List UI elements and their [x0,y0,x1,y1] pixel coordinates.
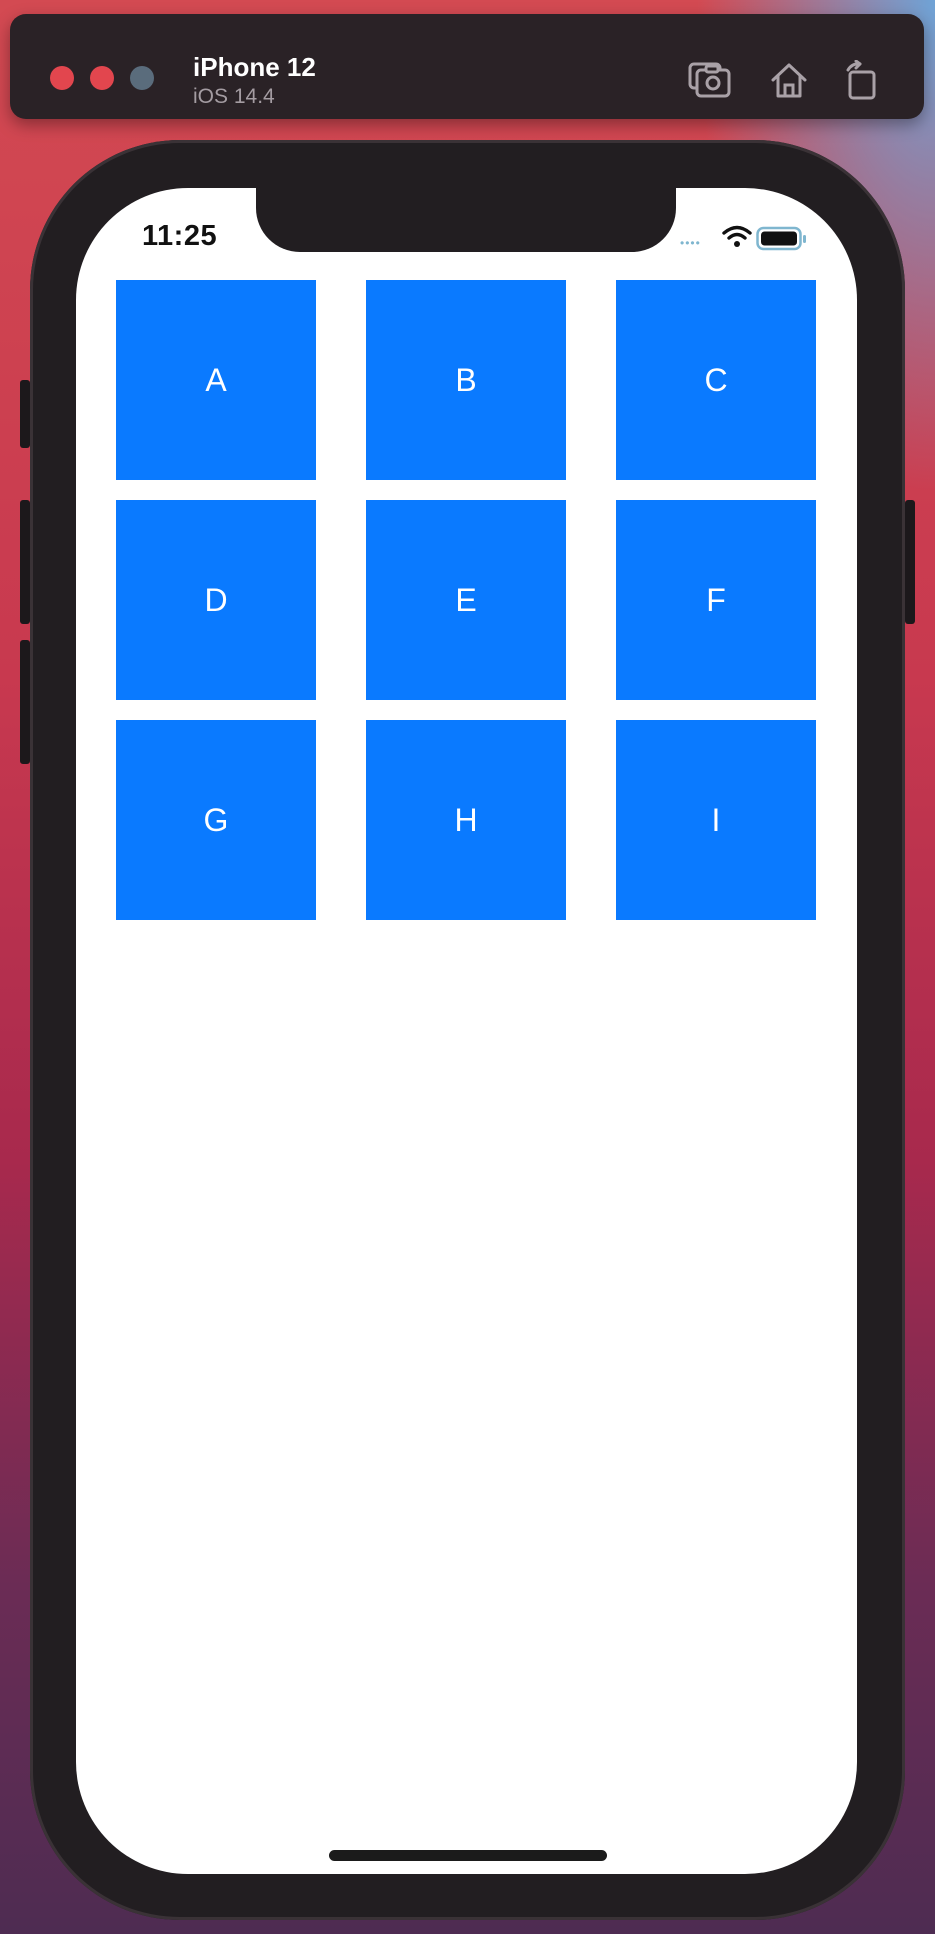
iphone-screen: 11:25 •••• A B C D E F G H I [76,188,857,1874]
home-icon [771,63,807,98]
tile-e[interactable]: E [366,500,566,700]
desktop-background: iPhone 12 iOS 14.4 11:25 •••• A B C D E … [0,0,935,1934]
rotate-button[interactable] [842,60,884,100]
wifi-icon [722,225,752,247]
power-button [905,500,915,624]
camera-screenshot-icon [688,62,731,98]
tile-a[interactable]: A [116,280,316,480]
status-icons: •••• [680,224,820,252]
notch [256,188,676,252]
zoom-window-button[interactable] [130,66,154,90]
screenshot-button[interactable] [688,60,731,100]
tile-grid: A B C D E F G H I [116,280,816,920]
minimize-window-button[interactable] [90,66,114,90]
status-time: 11:25 [142,220,218,252]
device-name: iPhone 12 [193,52,316,82]
mute-switch [20,380,30,448]
home-button[interactable] [768,60,810,100]
tile-b[interactable]: B [366,280,566,480]
os-version: iOS 14.4 [193,85,275,108]
cellular-signal-icon: •••• [680,236,701,250]
volume-up-button [20,500,30,624]
simulator-titlebar: iPhone 12 iOS 14.4 [10,14,924,119]
tile-d[interactable]: D [116,500,316,700]
tile-c[interactable]: C [616,280,816,480]
close-window-button[interactable] [50,66,74,90]
battery-icon [756,226,806,251]
tile-h[interactable]: H [366,720,566,920]
tile-i[interactable]: I [616,720,816,920]
rotate-icon [846,60,876,100]
tile-f[interactable]: F [616,500,816,700]
tile-g[interactable]: G [116,720,316,920]
home-indicator[interactable] [329,1850,607,1861]
volume-down-button [20,640,30,764]
